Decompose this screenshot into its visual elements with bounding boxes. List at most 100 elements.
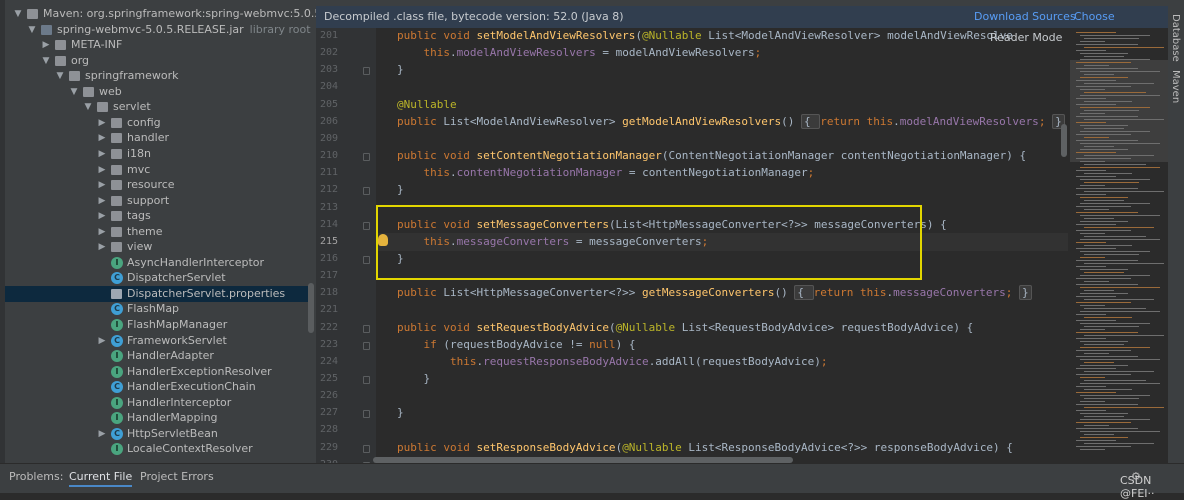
chevron-right-icon[interactable]: ▶ [97, 162, 107, 178]
package-icon [111, 117, 122, 128]
minimap-line [1084, 137, 1109, 138]
chevron-right-icon[interactable]: ▶ [97, 224, 107, 240]
code-line: public void setContentNegotiationManager… [397, 149, 1027, 163]
chevron-right-icon[interactable]: ▶ [97, 208, 107, 224]
minimap-line [1084, 344, 1124, 345]
tree-item[interactable]: I HandlerAdapter [5, 348, 312, 364]
line-number: 214 [320, 218, 339, 230]
chevron-down-icon[interactable]: ▼ [41, 53, 51, 69]
fold-marker-icon[interactable] [363, 444, 370, 453]
tree-item[interactable]: I FlashMapManager [5, 317, 312, 333]
fold-marker-icon[interactable] [363, 341, 370, 350]
tree-item[interactable]: I LocaleContextResolver [5, 441, 312, 457]
editor-vertical-scrollbar[interactable] [1061, 124, 1067, 157]
line-number: 204 [320, 81, 339, 93]
minimap-line [1084, 74, 1114, 75]
chevron-right-icon[interactable]: ▶ [97, 239, 107, 255]
fold-marker-icon[interactable] [363, 410, 370, 419]
tree-item[interactable]: I AsyncHandlerInterceptor [5, 255, 312, 271]
minimap-line [1080, 377, 1105, 378]
tree-item[interactable]: I HandlerExceptionResolver [5, 364, 312, 380]
chevron-down-icon[interactable]: ▼ [13, 6, 23, 22]
tree-item[interactable]: ▶ mvc [5, 162, 312, 178]
code-line: public List<HttpMessageConverter<?>> get… [397, 285, 1032, 301]
tree-item-label: LocaleContextResolver [127, 442, 253, 456]
chevron-right-icon[interactable]: ▶ [97, 115, 107, 131]
fold-marker-icon[interactable] [363, 67, 370, 76]
tree-item[interactable]: ▼ springframework [5, 68, 312, 84]
tree-item[interactable]: ▶ resource [5, 177, 312, 193]
chevron-right-icon[interactable]: ▶ [41, 37, 51, 53]
tree-scrollbar[interactable] [308, 283, 314, 333]
chevron-right-icon[interactable]: ▶ [97, 333, 107, 349]
package-icon [111, 148, 122, 159]
chevron-down-icon[interactable]: ▼ [69, 84, 79, 100]
folder-icon [27, 9, 38, 19]
tree-item[interactable]: ▶ support [5, 193, 312, 209]
minimap-line [1076, 242, 1106, 243]
tree-item-label: theme [127, 224, 163, 238]
database-tool-button[interactable]: Database [1170, 14, 1181, 62]
tab-project-errors[interactable]: Project Errors [140, 470, 214, 483]
minimap-line [1080, 35, 1150, 36]
maven-tool-button[interactable]: Maven [1170, 70, 1181, 103]
tree-item[interactable]: ▶ C FrameworkServlet [5, 333, 312, 349]
tree-item[interactable]: ▶ view [5, 239, 312, 255]
tree-item[interactable]: ▼ Maven: org.springframework:spring-webmv… [5, 6, 316, 22]
fold-marker-icon[interactable] [363, 324, 370, 333]
tree-item[interactable]: C DispatcherServlet [5, 270, 312, 286]
tree-item[interactable]: ▼ spring-webmvc-5.0.5.RELEASE.jar library … [5, 22, 312, 38]
tree-item[interactable]: ▼ org [5, 53, 312, 69]
tree-item[interactable]: ▼ servlet [5, 99, 312, 115]
minimap-line [1076, 104, 1116, 105]
tree-item-label: AsyncHandlerInterceptor [127, 255, 265, 269]
minimap-line [1080, 185, 1105, 186]
minimap-line [1084, 290, 1114, 291]
fold-marker-icon[interactable] [363, 187, 370, 196]
tab-current-file[interactable]: Current File [69, 470, 133, 487]
minimap-line [1084, 434, 1114, 435]
tree-item[interactable]: ▼ web [5, 84, 312, 100]
chevron-right-icon[interactable]: ▶ [97, 426, 107, 442]
fold-marker-icon[interactable] [363, 221, 370, 230]
minimap-line [1084, 380, 1146, 381]
tree-item[interactable]: ▶ config [5, 115, 312, 131]
minimap-line [1084, 83, 1154, 84]
fold-marker-icon[interactable] [363, 255, 370, 264]
chevron-right-icon[interactable]: ▶ [97, 130, 107, 146]
tree-item[interactable]: DispatcherServlet.properties [5, 285, 312, 302]
tree-item[interactable]: ▶ META-INF [5, 37, 312, 53]
tree-item[interactable]: ▶ C HttpServletBean [5, 426, 312, 442]
folder-icon [55, 55, 66, 66]
minimap-line [1076, 86, 1131, 87]
package-icon [111, 211, 122, 222]
tree-item[interactable]: C FlashMap [5, 301, 312, 317]
tree-item[interactable]: C HandlerExecutionChain [5, 379, 312, 395]
tree-item[interactable]: I HandlerInterceptor [5, 395, 312, 411]
reader-mode-button[interactable]: Reader Mode [990, 31, 1062, 44]
download-sources-link[interactable]: Download Sources [974, 6, 1076, 28]
minimap-line [1080, 221, 1128, 222]
chevron-right-icon[interactable]: ▶ [97, 177, 107, 193]
tree-item[interactable]: ▶ tags [5, 208, 312, 224]
minimap-line [1076, 158, 1131, 159]
tree-item[interactable]: I HandlerMapping [5, 410, 312, 426]
lightbulb-icon[interactable] [378, 234, 388, 246]
tree-item[interactable]: ▶ i18n [5, 146, 312, 162]
minimap-line [1076, 98, 1106, 99]
minimap-line [1084, 128, 1124, 129]
chevron-right-icon[interactable]: ▶ [97, 146, 107, 162]
minimap-line [1084, 200, 1124, 201]
minimap-line [1076, 134, 1131, 135]
tree-item[interactable]: ▶ handler [5, 130, 312, 146]
fold-marker-icon[interactable] [363, 153, 370, 162]
chevron-right-icon[interactable]: ▶ [97, 193, 107, 209]
minimap-line [1084, 110, 1139, 111]
line-number: 227 [320, 407, 339, 419]
package-icon [111, 242, 122, 253]
chevron-down-icon[interactable]: ▼ [83, 99, 93, 115]
chevron-down-icon[interactable]: ▼ [55, 68, 65, 84]
tree-item[interactable]: ▶ theme [5, 224, 312, 240]
chevron-down-icon[interactable]: ▼ [27, 22, 37, 38]
fold-marker-icon[interactable] [363, 376, 370, 384]
